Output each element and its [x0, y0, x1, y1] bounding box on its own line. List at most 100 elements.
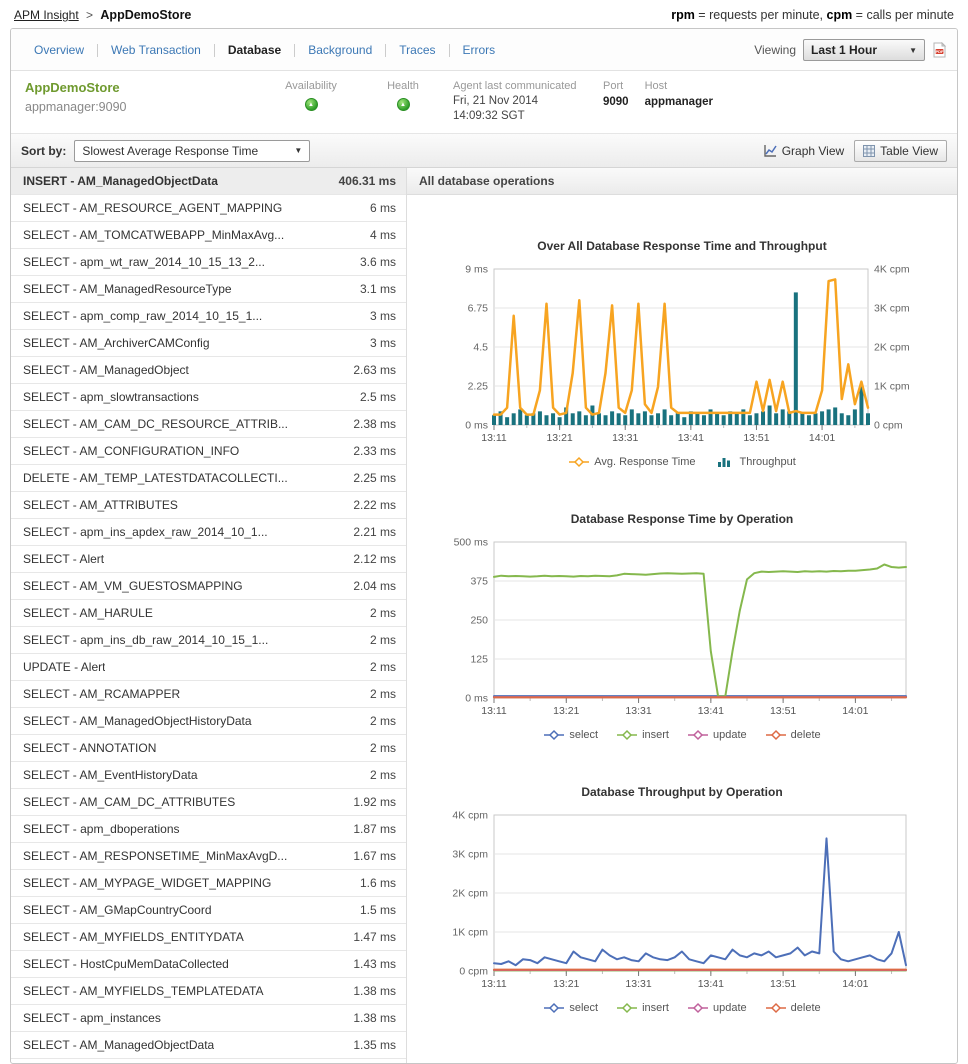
operation-row[interactable]: SELECT - AM_GMapCountryCoord1.5 ms [11, 897, 406, 924]
legend-label: delete [791, 729, 821, 741]
operation-row[interactable]: SELECT - AM_CAM_DC_RESOURCE_ATTRIB...2.3… [11, 411, 406, 438]
legend-label: delete [791, 1002, 821, 1014]
operation-row[interactable]: SELECT - apm_wt_raw_2014_10_15_13_2...3.… [11, 249, 406, 276]
sort-select[interactable]: Slowest Average Response Time ▼ [74, 140, 310, 162]
svg-text:2K cpm: 2K cpm [452, 888, 488, 900]
operation-name: SELECT - AM_MYFIELDS_ENTITYDATA [23, 930, 244, 944]
breadcrumb-separator: > [86, 8, 93, 22]
operation-name: SELECT - AM_ManagedObject [23, 363, 189, 377]
svg-text:0 ms: 0 ms [465, 693, 488, 705]
breadcrumb: APM Insight > AppDemoStore [14, 8, 191, 22]
operation-row[interactable]: SELECT - AM_CAM_DC_ATTRIBUTES1.92 ms [11, 789, 406, 816]
svg-text:3K cpm: 3K cpm [874, 303, 910, 315]
operation-row[interactable]: SELECT - AM_CONFIGURATION_INFO2.33 ms [11, 438, 406, 465]
legend-item-update: update [687, 1002, 747, 1014]
operation-row[interactable]: SELECT - AM_HARULE2 ms [11, 600, 406, 627]
operation-row[interactable]: DELETE - AM_TEMP_LATESTDATACOLLECTI...2.… [11, 465, 406, 492]
operation-row[interactable]: SELECT - apm_ins_apdex_raw_2014_10_1...2… [11, 519, 406, 546]
svg-text:9 ms: 9 ms [465, 264, 488, 276]
operation-row[interactable]: SELECT - AM_ManagedObjectHistoryData2 ms [11, 708, 406, 735]
view-switch: Graph View Table View [764, 140, 947, 162]
operation-response-time: 2 ms [370, 714, 396, 728]
port-label: Port [603, 80, 629, 92]
cpm-abbrev: cpm [827, 8, 853, 22]
time-range-value: Last 1 Hour [811, 43, 877, 57]
operation-row[interactable]: INSERT - AM_ManagedObjectData406.31 ms [11, 168, 406, 195]
operation-row[interactable]: SELECT - apm_ins_db_raw_2014_10_15_1...2… [11, 627, 406, 654]
graph-view-button[interactable]: Graph View [764, 144, 844, 158]
operation-row[interactable]: SELECT - AM_VM_GUESTOSMAPPING2.04 ms [11, 573, 406, 600]
table-view-button[interactable]: Table View [854, 140, 947, 162]
operation-row[interactable]: SELECT - AM_ArchiverCAMConfig3 ms [11, 330, 406, 357]
operation-name: INSERT - AM_ManagedObjectData [23, 174, 218, 188]
operation-row[interactable]: SELECT - AM_RESOURCE_AGENT_MAPPING6 ms [11, 195, 406, 222]
svg-text:13:51: 13:51 [770, 978, 796, 990]
graph-view-icon [764, 144, 777, 157]
operation-row[interactable]: SELECT - AM_ManagedResourceType3.1 ms [11, 276, 406, 303]
rpm-desc: = requests per minute, [695, 8, 827, 22]
viewing-label: Viewing [754, 43, 796, 57]
svg-text:PDF: PDF [936, 49, 945, 54]
series-diamond-icon [543, 1002, 565, 1014]
operation-row[interactable]: SELECT - ANNOTATION2 ms [11, 735, 406, 762]
legend-item-select: select [543, 1002, 598, 1014]
operation-row[interactable]: SELECT - AM_EventHistoryData 2 ms [11, 762, 406, 789]
chart-title: Database Throughput by Operation [442, 785, 922, 799]
operation-row[interactable]: SELECT - AM_RCAMAPPER2 ms [11, 681, 406, 708]
operation-name: SELECT - AM_VM_GUESTOSMAPPING [23, 579, 243, 593]
svg-text:2.25: 2.25 [468, 381, 489, 393]
operation-row[interactable]: SELECT - HostCpuMemDataCollected1.43 ms [11, 951, 406, 978]
breadcrumb-link-apm-insight[interactable]: APM Insight [14, 8, 79, 22]
operation-response-time: 2.21 ms [353, 525, 396, 539]
tab-errors[interactable]: Errors [450, 43, 509, 57]
tab-overview[interactable]: Overview [21, 43, 97, 57]
host-value: appmanager [645, 96, 713, 108]
time-range-select[interactable]: Last 1 Hour ▼ [803, 39, 925, 61]
main-panel: Overview Web Transaction Database Backgr… [10, 28, 958, 1064]
operation-name: SELECT - AM_EventHistoryData [23, 768, 198, 782]
legend-label: select [569, 1002, 598, 1014]
operation-response-time: 1.92 ms [353, 795, 396, 809]
app-name[interactable]: AppDemoStore [25, 80, 263, 95]
operation-response-time: 2.22 ms [353, 498, 396, 512]
operation-name: SELECT - AM_ATTRIBUTES [23, 498, 178, 512]
legend-item-insert: insert [616, 1002, 669, 1014]
operation-response-time: 2.12 ms [353, 552, 396, 566]
legend-label: update [713, 1002, 747, 1014]
operation-response-time: 2 ms [370, 768, 396, 782]
legend-label: insert [642, 729, 669, 741]
operation-row[interactable]: SELECT - AM_ManagedObjectData1.35 ms [11, 1032, 406, 1059]
operation-row[interactable]: SELECT - AM_RESPONSETIME_MinMaxAvgD...1.… [11, 843, 406, 870]
operation-name: SELECT - apm_ins_db_raw_2014_10_15_1... [23, 633, 268, 647]
charts-column: All database operations Over All Databas… [407, 168, 957, 1063]
legend-label: Throughput [740, 456, 796, 468]
operation-row[interactable]: SELECT - AM_MYFIELDS_ENTITYDATA1.47 ms [11, 924, 406, 951]
chart-canvas: 9 ms6.754.52.250 ms4K cpm3K cpm2K cpm1K … [442, 259, 922, 451]
operation-row[interactable]: SELECT - AM_TOMCATWEBAPP_MinMaxAvg...4 m… [11, 222, 406, 249]
operation-row[interactable]: SELECT - AM_MYFIELDS_TEMPLATEDATA1.38 ms [11, 978, 406, 1005]
availability-label: Availability [263, 80, 359, 92]
operation-response-time: 3.1 ms [360, 282, 396, 296]
tab-traces[interactable]: Traces [386, 43, 448, 57]
legend-label: Avg. Response Time [594, 456, 695, 468]
port-value: 9090 [603, 96, 629, 108]
units-note: rpm = requests per minute, cpm = calls p… [671, 8, 954, 22]
operation-row[interactable]: SELECT - AM_ATTRIBUTES 2.22 ms [11, 492, 406, 519]
operation-row[interactable]: SELECT - apm_instances1.38 ms [11, 1005, 406, 1032]
operation-row[interactable]: SELECT - apm_dboperations1.87 ms [11, 816, 406, 843]
operation-name: SELECT - AM_CAM_DC_RESOURCE_ATTRIB... [23, 417, 288, 431]
top-bar: APM Insight > AppDemoStore rpm = request… [0, 0, 968, 28]
operation-row[interactable]: SELECT - apm_slowtransactions2.5 ms [11, 384, 406, 411]
operation-response-time: 1.87 ms [353, 822, 396, 836]
legend-label: insert [642, 1002, 669, 1014]
pdf-export-icon[interactable]: PDF [932, 42, 947, 58]
operation-row[interactable]: UPDATE - Alert2 ms [11, 654, 406, 681]
tab-database[interactable]: Database [215, 43, 294, 57]
operation-row[interactable]: SELECT - Alert2.12 ms [11, 546, 406, 573]
operation-row[interactable]: SELECT - apm_comp_raw_2014_10_15_1...3 m… [11, 303, 406, 330]
tab-web-transaction[interactable]: Web Transaction [98, 43, 214, 57]
tab-background[interactable]: Background [295, 43, 385, 57]
operation-row[interactable]: SELECT - AM_ManagedObject2.63 ms [11, 357, 406, 384]
series-diamond-icon [543, 729, 565, 741]
operation-row[interactable]: SELECT - AM_MYPAGE_WIDGET_MAPPING1.6 ms [11, 870, 406, 897]
